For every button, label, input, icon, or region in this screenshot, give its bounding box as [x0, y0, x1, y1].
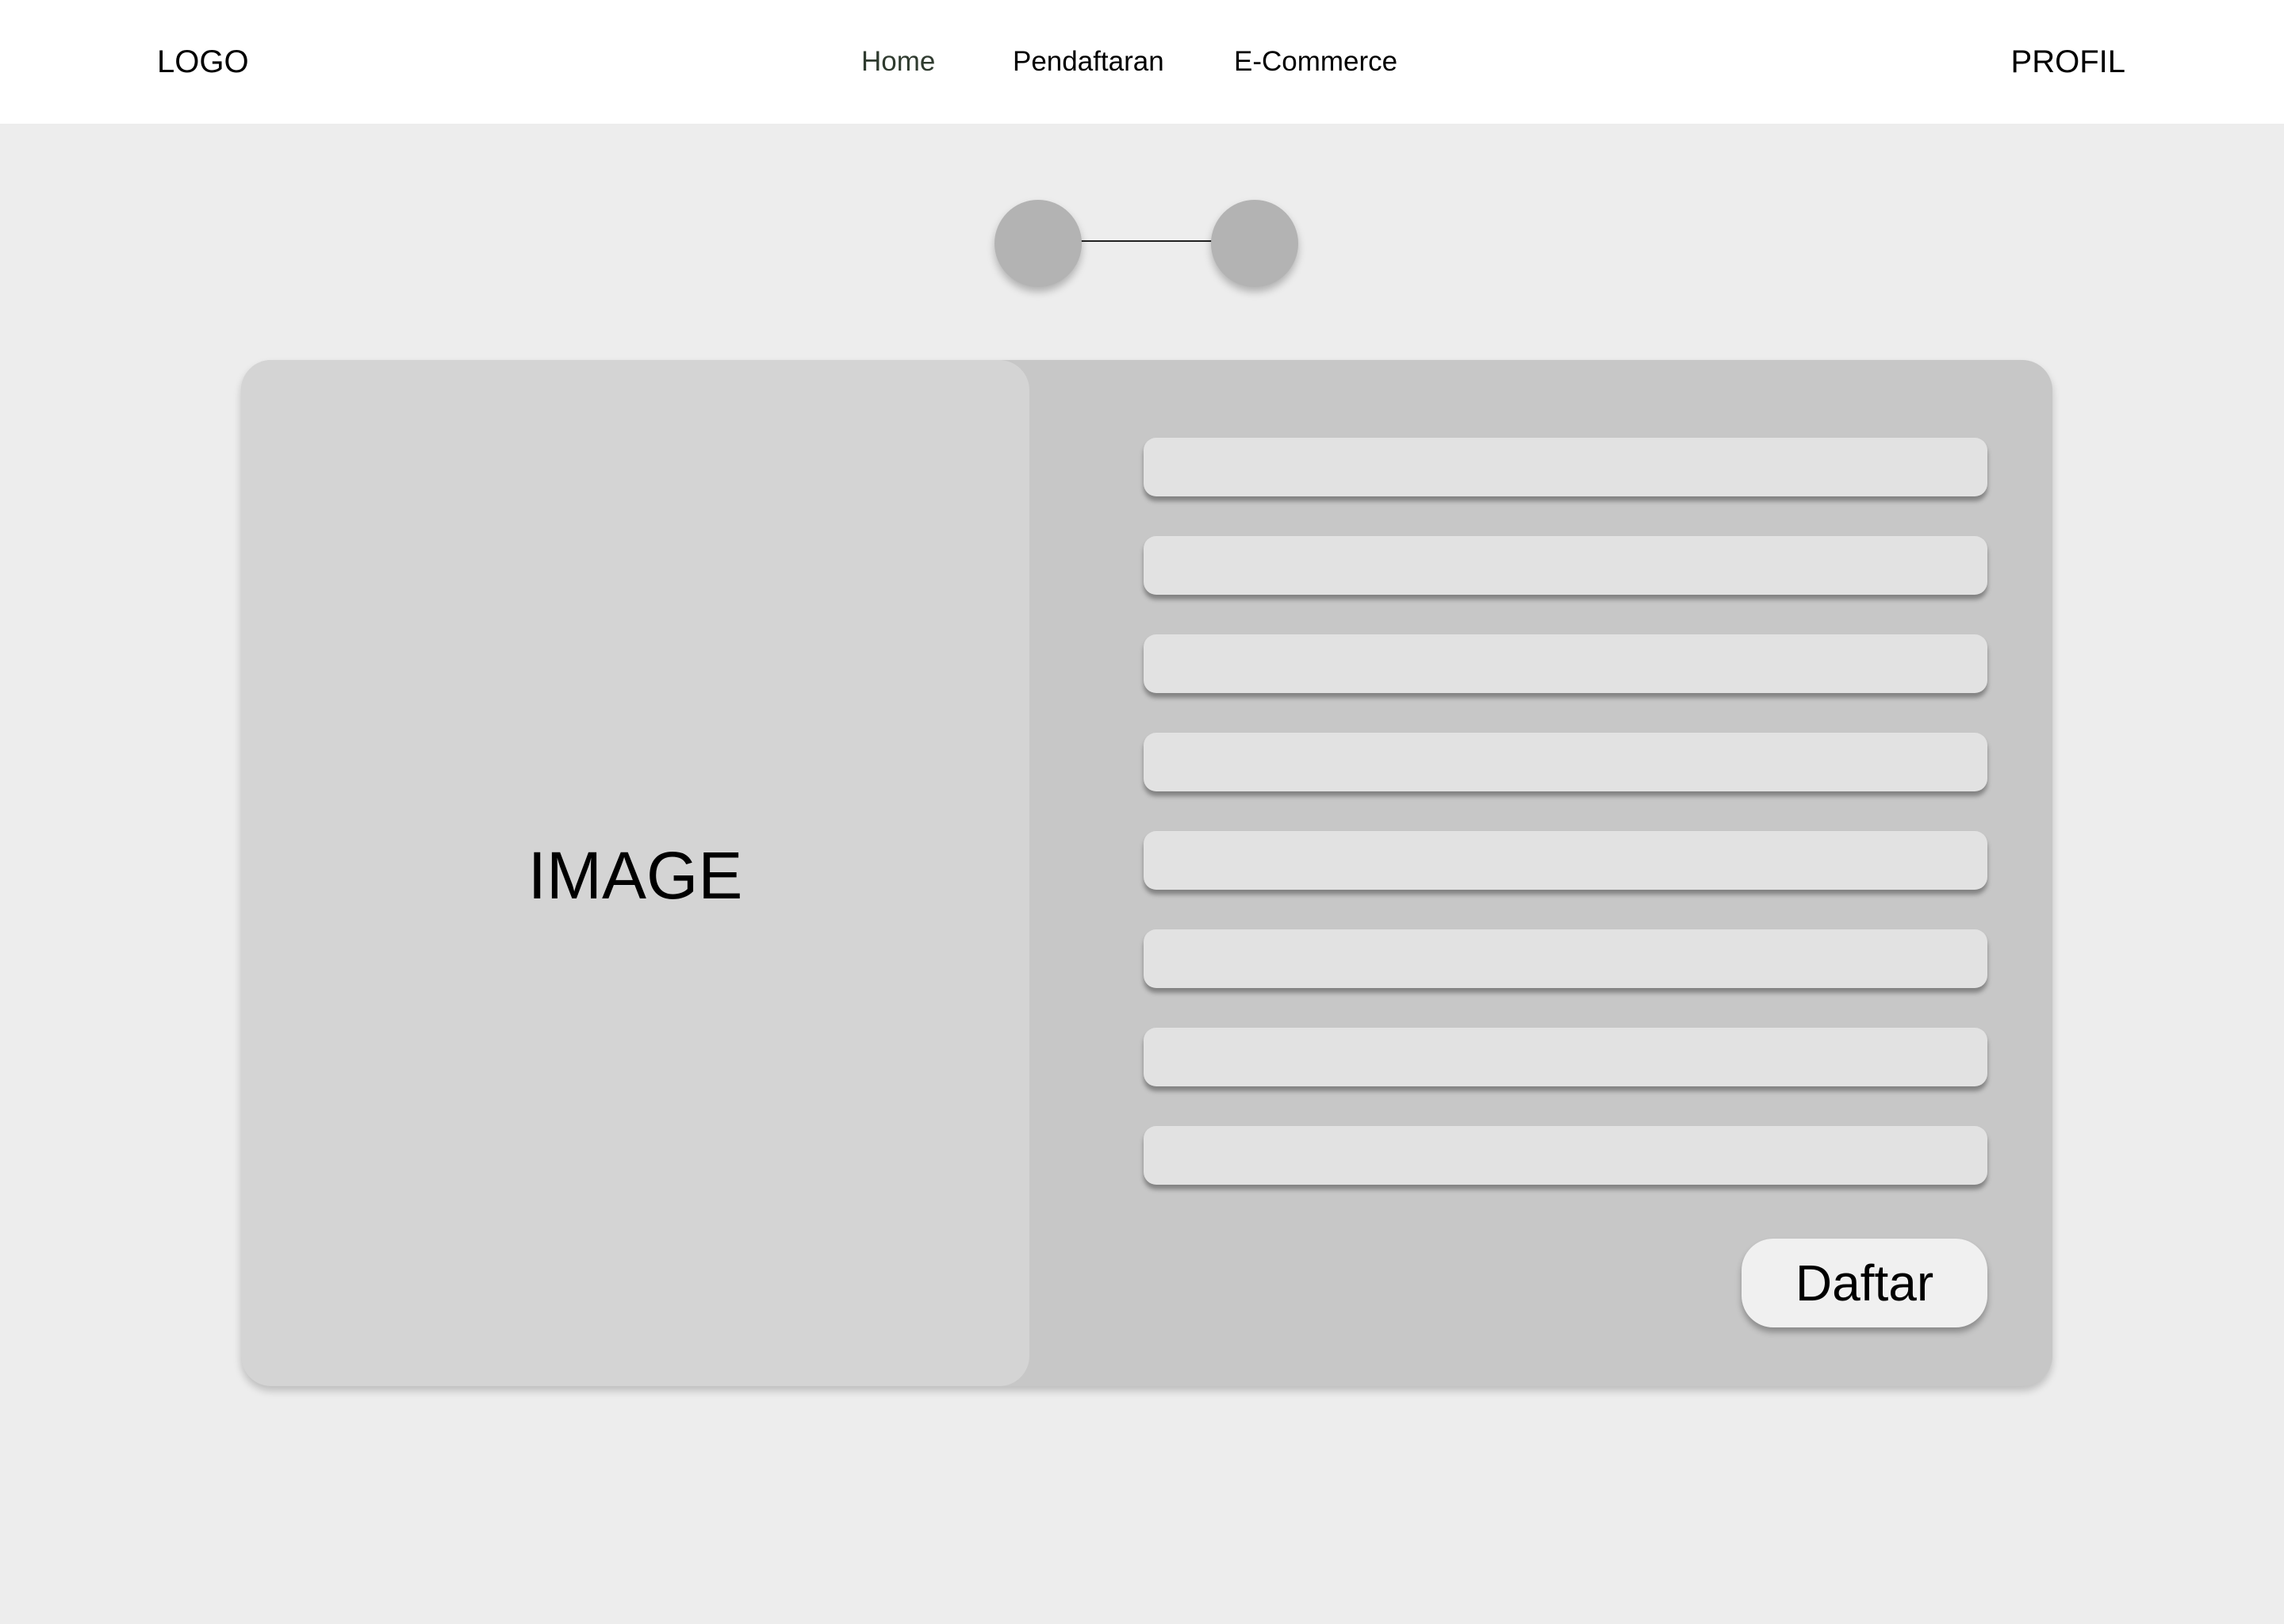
form-field-4[interactable] [1144, 733, 1987, 791]
form-field-5[interactable] [1144, 831, 1987, 890]
top-navigation-bar: LOGO Home Pendaftaran E-Commerce PROFIL [0, 0, 2284, 124]
registration-card: IMAGE Daftar [241, 360, 2052, 1386]
step-connector [1080, 240, 1212, 242]
nav-link-pendaftaran[interactable]: Pendaftaran [1013, 43, 1164, 81]
form-field-8[interactable] [1144, 1126, 1987, 1185]
daftar-button[interactable]: Daftar [1742, 1239, 1987, 1327]
form-field-3[interactable] [1144, 634, 1987, 693]
form-field-1[interactable] [1144, 438, 1987, 496]
step-2-circle[interactable] [1211, 200, 1298, 287]
nav-link-home[interactable]: Home [861, 43, 935, 81]
nav-link-ecommerce[interactable]: E-Commerce [1234, 43, 1397, 81]
image-placeholder-label: IMAGE [527, 838, 743, 913]
logo[interactable]: LOGO [157, 40, 249, 84]
form-field-2[interactable] [1144, 536, 1987, 595]
form-field-6[interactable] [1144, 929, 1987, 988]
profile-link[interactable]: PROFIL [2011, 40, 2125, 84]
image-placeholder: IMAGE [241, 360, 1029, 1386]
step-1-circle[interactable] [994, 200, 1082, 287]
form-field-7[interactable] [1144, 1028, 1987, 1086]
